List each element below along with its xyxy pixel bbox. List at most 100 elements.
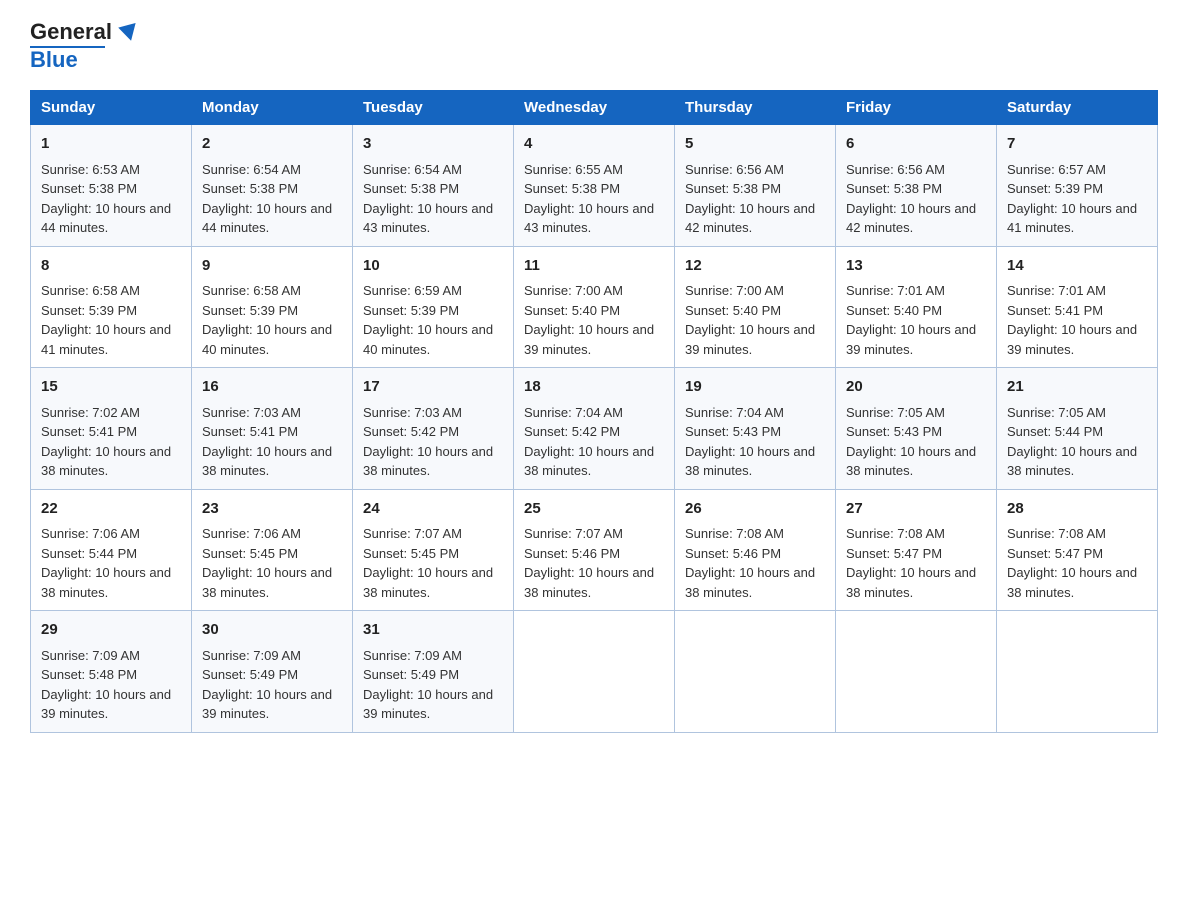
calendar-day-cell: 5 Sunrise: 6:56 AMSunset: 5:38 PMDaylight…: [675, 125, 836, 247]
day-number: 16: [202, 376, 342, 399]
day-info: Sunrise: 7:04 AMSunset: 5:42 PMDaylight:…: [524, 405, 654, 479]
logo: General Blue: [30, 20, 138, 72]
logo-text: General: [30, 20, 138, 44]
calendar-header-row: SundayMondayTuesdayWednesdayThursdayFrid…: [31, 91, 1158, 125]
day-number: 13: [846, 255, 986, 278]
day-number: 4: [524, 133, 664, 156]
day-number: 3: [363, 133, 503, 156]
calendar-table: SundayMondayTuesdayWednesdayThursdayFrid…: [30, 90, 1158, 733]
calendar-week-row: 29 Sunrise: 7:09 AMSunset: 5:48 PMDayligh…: [31, 611, 1158, 733]
calendar-day-cell: 19Sunrise: 7:04 AMSunset: 5:43 PMDayligh…: [675, 368, 836, 490]
day-info: Sunrise: 7:08 AMSunset: 5:47 PMDaylight:…: [1007, 526, 1137, 600]
day-info: Sunrise: 7:06 AMSunset: 5:45 PMDaylight:…: [202, 526, 332, 600]
calendar-day-cell: 24 Sunrise: 7:07 AMSunset: 5:45 PMDayligh…: [353, 489, 514, 611]
calendar-day-cell: [997, 611, 1158, 733]
day-info: Sunrise: 7:05 AMSunset: 5:43 PMDaylight:…: [846, 405, 976, 479]
day-number: 24: [363, 498, 503, 521]
calendar-day-cell: [675, 611, 836, 733]
calendar-day-cell: 7 Sunrise: 6:57 AMSunset: 5:39 PMDaylight…: [997, 125, 1158, 247]
calendar-day-cell: 28 Sunrise: 7:08 AMSunset: 5:47 PMDayligh…: [997, 489, 1158, 611]
day-info: Sunrise: 6:56 AMSunset: 5:38 PMDaylight:…: [685, 162, 815, 236]
day-info: Sunrise: 7:00 AMSunset: 5:40 PMDaylight:…: [524, 283, 654, 357]
day-number: 8: [41, 255, 181, 278]
calendar-day-cell: 16 Sunrise: 7:03 AMSunset: 5:41 PMDayligh…: [192, 368, 353, 490]
logo-blue-text: Blue: [30, 48, 78, 72]
calendar-day-cell: 22 Sunrise: 7:06 AMSunset: 5:44 PMDayligh…: [31, 489, 192, 611]
day-number: 12: [685, 255, 825, 278]
page-header: General Blue: [30, 20, 1158, 72]
day-of-week-header: Friday: [836, 91, 997, 125]
calendar-day-cell: 12 Sunrise: 7:00 AMSunset: 5:40 PMDayligh…: [675, 246, 836, 368]
day-info: Sunrise: 6:56 AMSunset: 5:38 PMDaylight:…: [846, 162, 976, 236]
calendar-week-row: 1 Sunrise: 6:53 AMSunset: 5:38 PMDaylight…: [31, 125, 1158, 247]
day-info: Sunrise: 7:03 AMSunset: 5:41 PMDaylight:…: [202, 405, 332, 479]
day-info: Sunrise: 7:01 AMSunset: 5:41 PMDaylight:…: [1007, 283, 1137, 357]
day-number: 27: [846, 498, 986, 521]
calendar-day-cell: 25 Sunrise: 7:07 AMSunset: 5:46 PMDayligh…: [514, 489, 675, 611]
day-number: 15: [41, 376, 181, 399]
day-info: Sunrise: 6:57 AMSunset: 5:39 PMDaylight:…: [1007, 162, 1137, 236]
day-info: Sunrise: 7:01 AMSunset: 5:40 PMDaylight:…: [846, 283, 976, 357]
day-number: 22: [41, 498, 181, 521]
day-number: 11: [524, 255, 664, 278]
day-number: 31: [363, 619, 503, 642]
day-number: 7: [1007, 133, 1147, 156]
day-info: Sunrise: 6:53 AMSunset: 5:38 PMDaylight:…: [41, 162, 171, 236]
day-number: 9: [202, 255, 342, 278]
day-info: Sunrise: 6:55 AMSunset: 5:38 PMDaylight:…: [524, 162, 654, 236]
calendar-day-cell: 10 Sunrise: 6:59 AMSunset: 5:39 PMDayligh…: [353, 246, 514, 368]
day-info: Sunrise: 7:07 AMSunset: 5:46 PMDaylight:…: [524, 526, 654, 600]
day-info: Sunrise: 7:05 AMSunset: 5:44 PMDaylight:…: [1007, 405, 1137, 479]
day-number: 25: [524, 498, 664, 521]
day-info: Sunrise: 6:54 AMSunset: 5:38 PMDaylight:…: [363, 162, 493, 236]
calendar-day-cell: [514, 611, 675, 733]
day-number: 28: [1007, 498, 1147, 521]
day-number: 5: [685, 133, 825, 156]
day-number: 1: [41, 133, 181, 156]
day-info: Sunrise: 7:08 AMSunset: 5:47 PMDaylight:…: [846, 526, 976, 600]
day-info: Sunrise: 7:02 AMSunset: 5:41 PMDaylight:…: [41, 405, 171, 479]
day-number: 19: [685, 376, 825, 399]
calendar-day-cell: 29 Sunrise: 7:09 AMSunset: 5:48 PMDayligh…: [31, 611, 192, 733]
calendar-day-cell: 18 Sunrise: 7:04 AMSunset: 5:42 PMDayligh…: [514, 368, 675, 490]
calendar-day-cell: 30 Sunrise: 7:09 AMSunset: 5:49 PMDayligh…: [192, 611, 353, 733]
day-info: Sunrise: 7:07 AMSunset: 5:45 PMDaylight:…: [363, 526, 493, 600]
calendar-day-cell: 23 Sunrise: 7:06 AMSunset: 5:45 PMDayligh…: [192, 489, 353, 611]
day-of-week-header: Sunday: [31, 91, 192, 125]
day-info: Sunrise: 7:00 AMSunset: 5:40 PMDaylight:…: [685, 283, 815, 357]
day-number: 29: [41, 619, 181, 642]
day-of-week-header: Tuesday: [353, 91, 514, 125]
day-number: 10: [363, 255, 503, 278]
day-info: Sunrise: 7:08 AMSunset: 5:46 PMDaylight:…: [685, 526, 815, 600]
calendar-day-cell: 1 Sunrise: 6:53 AMSunset: 5:38 PMDaylight…: [31, 125, 192, 247]
day-info: Sunrise: 6:58 AMSunset: 5:39 PMDaylight:…: [202, 283, 332, 357]
day-info: Sunrise: 7:06 AMSunset: 5:44 PMDaylight:…: [41, 526, 171, 600]
day-number: 2: [202, 133, 342, 156]
day-number: 14: [1007, 255, 1147, 278]
day-info: Sunrise: 7:03 AMSunset: 5:42 PMDaylight:…: [363, 405, 493, 479]
calendar-day-cell: [836, 611, 997, 733]
day-info: Sunrise: 6:59 AMSunset: 5:39 PMDaylight:…: [363, 283, 493, 357]
calendar-day-cell: 3 Sunrise: 6:54 AMSunset: 5:38 PMDaylight…: [353, 125, 514, 247]
calendar-day-cell: 15 Sunrise: 7:02 AMSunset: 5:41 PMDayligh…: [31, 368, 192, 490]
day-of-week-header: Wednesday: [514, 91, 675, 125]
calendar-week-row: 15 Sunrise: 7:02 AMSunset: 5:41 PMDayligh…: [31, 368, 1158, 490]
day-number: 26: [685, 498, 825, 521]
calendar-day-cell: 31Sunrise: 7:09 AMSunset: 5:49 PMDayligh…: [353, 611, 514, 733]
calendar-week-row: 22 Sunrise: 7:06 AMSunset: 5:44 PMDayligh…: [31, 489, 1158, 611]
calendar-day-cell: 20Sunrise: 7:05 AMSunset: 5:43 PMDayligh…: [836, 368, 997, 490]
calendar-day-cell: 17Sunrise: 7:03 AMSunset: 5:42 PMDayligh…: [353, 368, 514, 490]
day-info: Sunrise: 6:54 AMSunset: 5:38 PMDaylight:…: [202, 162, 332, 236]
calendar-day-cell: 2 Sunrise: 6:54 AMSunset: 5:38 PMDaylight…: [192, 125, 353, 247]
day-of-week-header: Thursday: [675, 91, 836, 125]
calendar-day-cell: 21Sunrise: 7:05 AMSunset: 5:44 PMDayligh…: [997, 368, 1158, 490]
calendar-day-cell: 9 Sunrise: 6:58 AMSunset: 5:39 PMDaylight…: [192, 246, 353, 368]
day-info: Sunrise: 7:09 AMSunset: 5:48 PMDaylight:…: [41, 648, 171, 722]
day-number: 23: [202, 498, 342, 521]
day-number: 30: [202, 619, 342, 642]
calendar-day-cell: 14 Sunrise: 7:01 AMSunset: 5:41 PMDayligh…: [997, 246, 1158, 368]
day-info: Sunrise: 7:09 AMSunset: 5:49 PMDaylight:…: [202, 648, 332, 722]
day-number: 18: [524, 376, 664, 399]
calendar-day-cell: 13 Sunrise: 7:01 AMSunset: 5:40 PMDayligh…: [836, 246, 997, 368]
calendar-day-cell: 8Sunrise: 6:58 AMSunset: 5:39 PMDaylight…: [31, 246, 192, 368]
